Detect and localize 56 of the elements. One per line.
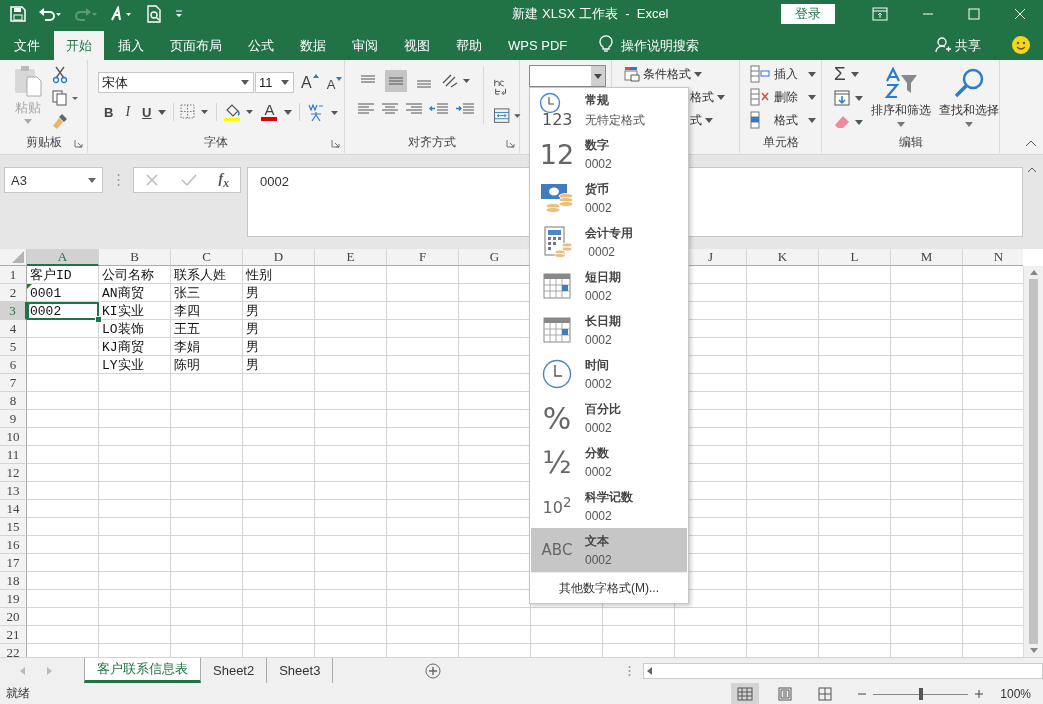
menu-item-title: 科学记数 xyxy=(585,489,633,506)
table-cell-text: 联系人姓 xyxy=(173,267,227,284)
table-cell-text: 客户ID xyxy=(29,267,73,284)
table-cell: 0002 xyxy=(27,302,99,320)
window-title: 新建 XLSX 工作表 - Excel xyxy=(511,5,670,23)
table-cell-text: LY实业 xyxy=(101,357,145,374)
table-cell-text: 男 xyxy=(245,303,260,320)
table-cell-text: 王五 xyxy=(173,321,201,338)
table-cell-text: KI实业 xyxy=(101,303,145,320)
table-cell-text: 男 xyxy=(245,339,260,356)
format-glyph: % xyxy=(542,400,572,436)
table-cell-text: LO装饰 xyxy=(101,321,145,338)
table-cell-text: 性别 xyxy=(245,267,273,284)
menu-item-sample: 0002 xyxy=(587,245,617,259)
table-cell-text: 李娟 xyxy=(173,339,201,356)
menu-item-title: 数字 xyxy=(585,137,610,154)
group-label: 编辑 xyxy=(898,133,923,151)
menu-item-title: 货币 xyxy=(585,181,610,198)
menu-item-sample: 0002 xyxy=(585,465,612,479)
menu-item-title: 短日期 xyxy=(585,269,621,286)
menu-item-title: 分数 xyxy=(585,445,610,462)
menu-item-sample: 无特定格式 xyxy=(585,111,645,129)
format-glyph: ½ xyxy=(542,444,572,480)
table-cell-text: 男 xyxy=(245,285,260,302)
format-glyph: 123 xyxy=(542,110,573,129)
menu-item-sample: 0002 xyxy=(585,157,612,171)
menu-item-sample: 0002 xyxy=(585,377,612,391)
menu-item-sample: 0002 xyxy=(585,553,612,567)
table-cell-text: 男 xyxy=(245,321,260,338)
table-cell-text: 张三 xyxy=(173,285,201,302)
menu-item-title: 时间 xyxy=(585,357,610,374)
table-cell-text: 公司名称 xyxy=(101,267,155,284)
menu-item-sample: 0002 xyxy=(585,421,613,435)
menu-item-sample: 0002 xyxy=(585,333,613,347)
table-cell-text: KJ商贸 xyxy=(101,339,145,356)
menu-item-title: 长日期 xyxy=(585,313,621,330)
status-text: 就绪 xyxy=(6,685,30,702)
menu-item-sample: 0002 xyxy=(585,289,613,303)
table-cell-text: 陈明 xyxy=(173,357,201,374)
table-cell: 0001 xyxy=(27,284,99,302)
group-label: 对齐方式 xyxy=(408,133,456,151)
menu-item-title: 百分比 xyxy=(585,401,621,418)
format-glyph: 10$^{2}$ xyxy=(542,494,572,518)
menu-item-sample: 0002 xyxy=(585,201,612,215)
format-glyph: ABC xyxy=(541,541,573,559)
group-label: 单元格 xyxy=(762,133,799,151)
menu-item-sample: 0002 xyxy=(585,509,613,523)
table-cell-text: 男 xyxy=(245,357,260,374)
table-cell-text: 李四 xyxy=(173,303,201,320)
table-cell-text: AN商贸 xyxy=(101,285,145,302)
menu-item-title: 常规 xyxy=(585,91,610,109)
group-label: 剪贴板 xyxy=(25,133,62,151)
menu-item-title: 会计专用 xyxy=(585,225,633,242)
format-glyph: 12 xyxy=(539,138,575,170)
group-label: 字体 xyxy=(204,133,228,151)
menu-item-title: 文本 xyxy=(585,533,610,550)
